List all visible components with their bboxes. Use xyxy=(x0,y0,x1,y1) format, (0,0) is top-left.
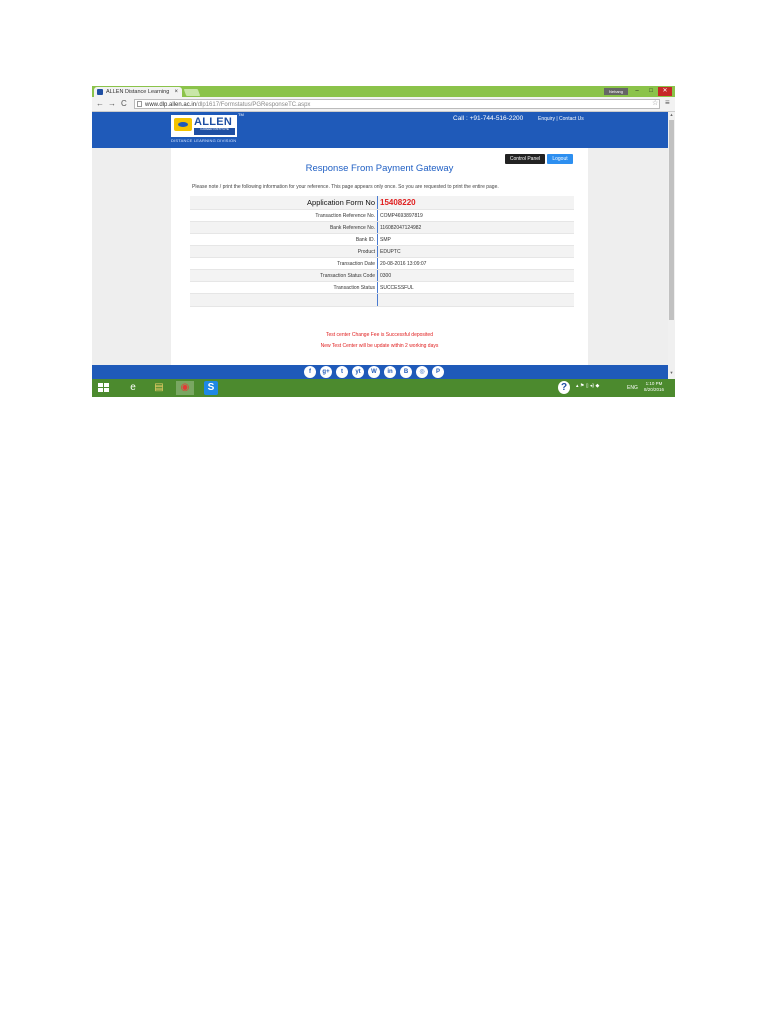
minimize-button[interactable]: – xyxy=(630,87,644,96)
profile-badge[interactable]: Nehang xyxy=(604,88,628,95)
row-value: COMP4693897819 xyxy=(377,209,574,222)
site-header: ALLEN CAREER INSTITUTE TM DISTANCE LEARN… xyxy=(92,112,668,148)
language-indicator[interactable]: ENG xyxy=(627,385,638,391)
application-form-value: 15408220 xyxy=(377,196,574,210)
logo-subtitle: CAREER INSTITUTE xyxy=(194,127,235,135)
url-host: www.dlp.allen.ac.in xyxy=(145,102,197,108)
skype-icon[interactable]: S xyxy=(204,381,218,395)
table-row: Bank Reference No. 116082047124982 xyxy=(190,221,574,234)
page-viewport: ALLEN CAREER INSTITUTE TM DISTANCE LEARN… xyxy=(92,112,668,365)
page-title: Response From Payment Gateway xyxy=(305,163,454,174)
scrollbar-thumb[interactable] xyxy=(669,120,674,320)
header-links[interactable]: Enquiry | Contact Us xyxy=(538,116,584,122)
test-center-message: New Test Center will be update within 2 … xyxy=(320,343,439,349)
application-form-label: Application Form No xyxy=(190,196,378,210)
table-row: Product EDUPTC xyxy=(190,245,574,258)
row-value: 0300 xyxy=(377,269,574,282)
row-label xyxy=(190,293,378,307)
forward-arrow-icon[interactable]: → xyxy=(108,99,116,109)
blog-icon[interactable]: B xyxy=(400,366,412,378)
system-tray-icons[interactable]: ▴ ⚑ ▯ ◂) ◆ xyxy=(576,383,599,389)
tab-close-icon[interactable]: × xyxy=(174,87,178,97)
row-value: 20-08-2016 13:09:07 xyxy=(377,257,574,270)
reload-icon[interactable]: C xyxy=(121,99,127,109)
row-label: Transaction Status Code xyxy=(190,269,378,282)
row-label: Bank ID. xyxy=(190,233,378,246)
taskbar-clock[interactable]: 1:10 PM 8/20/2016 xyxy=(644,381,664,393)
address-bar-input[interactable]: www.dlp.allen.ac.in/dlp1617/Formstatus/P… xyxy=(134,99,660,109)
table-row: Transaction Status Code 0300 xyxy=(190,269,574,282)
row-label: Transaction Reference No. xyxy=(190,209,378,222)
row-label: Transaction Status xyxy=(190,281,378,294)
allen-logo[interactable]: ALLEN CAREER INSTITUTE xyxy=(171,115,237,137)
row-label: Product xyxy=(190,245,378,258)
clock-date: 8/20/2016 xyxy=(644,387,665,392)
row-value: EDUPTC xyxy=(377,245,574,258)
facebook-icon[interactable]: f xyxy=(304,366,316,378)
row-label: Transaction Date xyxy=(190,257,378,270)
page-icon xyxy=(137,101,142,107)
file-explorer-icon[interactable]: ▤ xyxy=(150,381,168,395)
logo-caption: DISTANCE LEARNING DIVISION xyxy=(171,138,237,143)
row-value xyxy=(377,293,574,307)
browser-menu-icon[interactable]: ≡ xyxy=(665,98,670,107)
browser-tab[interactable]: ALLEN Distance Learning × xyxy=(94,87,182,97)
twitter-icon[interactable]: t xyxy=(336,366,348,378)
wordpress-icon[interactable]: W xyxy=(368,366,380,378)
trademark-mark: TM xyxy=(238,112,244,117)
content-panel: Control Panel Logout Response From Payme… xyxy=(171,148,588,365)
close-window-button[interactable]: ✕ xyxy=(658,87,672,96)
site-favicon-icon xyxy=(97,89,103,95)
table-row: Transaction Status SUCCESSFUL xyxy=(190,281,574,294)
browser-tab-strip: ALLEN Distance Learning × Nehang – □ ✕ xyxy=(92,86,675,97)
browser-toolbar: ← → C www.dlp.allen.ac.in/dlp1617/Formst… xyxy=(92,97,675,112)
social-footer: f g+ t yt W in B ◎ P xyxy=(92,365,668,379)
table-row: Application Form No 15408220 xyxy=(190,196,574,210)
table-row: Transaction Date 20-08-2016 13:09:07 xyxy=(190,257,574,270)
url-path: /dlp1617/Formstatus/PGResponseTC.aspx xyxy=(196,102,311,108)
row-value: SMP xyxy=(377,233,574,246)
internet-explorer-icon[interactable]: e xyxy=(124,381,142,395)
success-message: Test center Change Fee is Successful dep… xyxy=(325,332,433,338)
print-note: Please note / print the following inform… xyxy=(192,184,499,190)
scroll-up-icon[interactable]: ▲ xyxy=(668,112,675,117)
back-arrow-icon[interactable]: ← xyxy=(96,99,104,109)
maximize-button[interactable]: □ xyxy=(644,87,658,96)
row-value: SUCCESSFUL xyxy=(377,281,574,294)
pinterest-icon[interactable]: P xyxy=(432,366,444,378)
screenshot-frame: ALLEN Distance Learning × Nehang – □ ✕ ←… xyxy=(92,86,675,397)
vertical-scrollbar[interactable]: ▲ ▼ xyxy=(668,112,675,379)
phone-number: Call : +91-744-516-2200 xyxy=(453,115,524,122)
google-plus-icon[interactable]: g+ xyxy=(320,366,332,378)
payment-details-table: Application Form No 15408220 Transaction… xyxy=(190,196,574,307)
linkedin-icon[interactable]: in xyxy=(384,366,396,378)
scroll-down-icon[interactable]: ▼ xyxy=(668,370,675,375)
instagram-icon[interactable]: ◎ xyxy=(416,366,428,378)
table-row: Bank ID. SMP xyxy=(190,233,574,246)
table-row xyxy=(190,293,574,307)
bookmark-star-icon[interactable]: ☆ xyxy=(652,99,658,107)
chrome-icon[interactable]: ◉ xyxy=(176,381,194,395)
new-tab-button[interactable] xyxy=(183,89,201,96)
row-value: 116082047124982 xyxy=(377,221,574,234)
browser-tab-title: ALLEN Distance Learning xyxy=(106,89,170,95)
windows-start-icon[interactable] xyxy=(98,383,109,393)
help-icon[interactable]: ? xyxy=(558,381,570,394)
table-row: Transaction Reference No. COMP4693897819 xyxy=(190,209,574,222)
youtube-icon[interactable]: yt xyxy=(352,366,364,378)
row-label: Bank Reference No. xyxy=(190,221,378,234)
windows-taskbar: e ▤ ◉ S ? ▴ ⚑ ▯ ◂) ◆ ENG 1:10 PM 8/20/20… xyxy=(92,379,675,397)
allen-emblem-icon xyxy=(174,118,192,131)
